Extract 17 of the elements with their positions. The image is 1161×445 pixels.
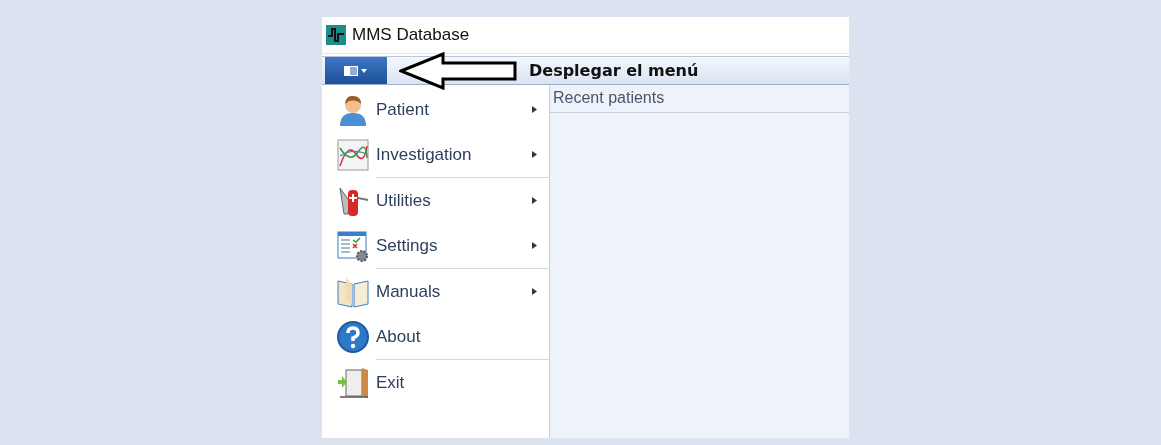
- chart-icon: [336, 137, 370, 172]
- annotation-label: Desplegar el menú: [529, 61, 699, 80]
- menu-item[interactable]: Utilities: [325, 178, 549, 223]
- settings-icon: [336, 228, 370, 263]
- menu-item[interactable]: Patient: [325, 87, 549, 132]
- app-menu-button[interactable]: [325, 57, 387, 84]
- app-logo-icon: [326, 25, 346, 45]
- menu-item[interactable]: About: [325, 314, 549, 359]
- menu-item[interactable]: Exit: [325, 360, 549, 405]
- menu-item[interactable]: Settings: [325, 223, 549, 268]
- recent-patients-header: Recent patients: [550, 85, 849, 113]
- menu-icon: [343, 64, 369, 77]
- window-title: MMS Database: [352, 25, 470, 45]
- menu-item[interactable]: Investigation: [325, 132, 549, 177]
- help-icon: [336, 319, 370, 354]
- menu-item[interactable]: Manuals: [325, 269, 549, 314]
- door-icon: [336, 365, 370, 400]
